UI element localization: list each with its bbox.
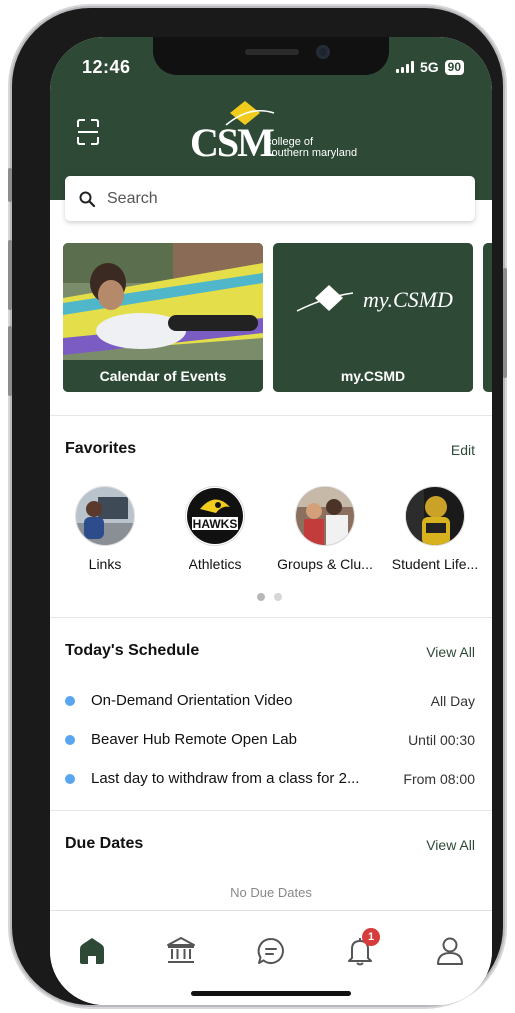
- event-name: Last day to withdraw from a class for 2.…: [91, 770, 360, 787]
- student-life-avatar: [405, 486, 465, 546]
- hawks-logo-avatar: HAWKS: [185, 486, 245, 546]
- favorite-label: Student Life...: [391, 556, 479, 572]
- divider: [50, 415, 492, 416]
- favorite-student-life[interactable]: Student Life...: [380, 486, 490, 572]
- home-indicator[interactable]: [191, 991, 351, 996]
- search-input[interactable]: [105, 188, 449, 209]
- card-next-partial[interactable]: [483, 243, 492, 392]
- logo-subtitle: college of southern maryland: [266, 137, 357, 159]
- favorite-links[interactable]: Links: [50, 486, 160, 572]
- status-time: 12:46: [82, 57, 131, 77]
- signal-icon: [395, 61, 414, 73]
- mycsmd-logo: my.CSMD: [295, 283, 453, 317]
- divider: [50, 617, 492, 618]
- groups-avatar: [295, 486, 355, 546]
- hammock-photo: [63, 243, 263, 360]
- quick-links-carousel[interactable]: Calendar of Events my.CSMD my.CSMD: [63, 243, 492, 392]
- favorite-label: Athletics: [188, 556, 242, 572]
- front-camera: [316, 45, 330, 59]
- page-dot[interactable]: [274, 593, 282, 601]
- event-dot: [65, 773, 75, 784]
- favorites-title: Favorites: [65, 440, 137, 457]
- side-button: [503, 268, 507, 378]
- volume-up-button: [8, 240, 12, 310]
- favorite-groups-clubs[interactable]: Groups & Clu...: [270, 486, 380, 572]
- schedule-event[interactable]: Beaver Hub Remote Open Lab Until 00:30: [65, 731, 475, 748]
- favorites-list: Links HAWKS Athletics Groups & Clu... St…: [50, 486, 492, 572]
- event-time: Until 00:30: [408, 731, 475, 748]
- event-time: All Day: [430, 692, 475, 709]
- schedule-event[interactable]: Last day to withdraw from a class for 2.…: [65, 770, 475, 787]
- favorites-edit-button[interactable]: Edit: [451, 442, 475, 458]
- notification-badge: 1: [362, 928, 380, 946]
- logo-letters: CSM: [190, 120, 275, 165]
- scan-icon[interactable]: [77, 119, 99, 145]
- card-label: Calendar of Events: [63, 360, 263, 392]
- schedule-event[interactable]: On-Demand Orientation Video All Day: [65, 692, 475, 709]
- links-avatar: [75, 486, 135, 546]
- institution-icon[interactable]: [165, 935, 197, 967]
- due-dates-title: Due Dates: [65, 835, 144, 852]
- favorite-label: Groups & Clu...: [277, 556, 373, 572]
- home-icon[interactable]: [76, 935, 108, 967]
- app-screen: 12:46 5G 90 CSM college of southern mary…: [50, 37, 492, 1005]
- event-name: On-Demand Orientation Video: [91, 692, 293, 709]
- favorite-label: Links: [88, 556, 122, 572]
- logo-subtitle-line2: southern maryland: [266, 147, 358, 159]
- status-indicators: 5G 90: [395, 59, 464, 75]
- event-time: From 08:00: [403, 770, 475, 787]
- search-bar[interactable]: [65, 176, 475, 221]
- due-dates-empty-message: No Due Dates: [230, 885, 312, 900]
- page-dot-active[interactable]: [257, 593, 265, 601]
- card-calendar-of-events[interactable]: Calendar of Events: [63, 243, 263, 392]
- divider: [50, 810, 492, 811]
- mycsmd-logo-text: my.CSMD: [363, 287, 453, 312]
- search-icon: [79, 191, 95, 207]
- favorite-athletics[interactable]: HAWKS Athletics: [160, 486, 270, 572]
- event-dot: [65, 695, 75, 706]
- phone-frame: 12:46 5G 90 CSM college of southern mary…: [8, 8, 507, 1005]
- due-dates-view-all-link[interactable]: View All: [426, 837, 475, 853]
- silent-switch: [8, 168, 12, 202]
- event-dot: [65, 734, 75, 745]
- profile-icon[interactable]: [434, 935, 466, 967]
- svg-text:HAWKS: HAWKS: [193, 517, 238, 531]
- mycsmd-diamond-icon: [296, 285, 354, 312]
- notifications-tab[interactable]: 1: [344, 928, 380, 967]
- volume-down-button: [8, 326, 12, 396]
- notch: [153, 37, 389, 75]
- card-label: my.CSMD: [273, 360, 473, 392]
- card-my-csmd[interactable]: my.CSMD my.CSMD: [273, 243, 473, 392]
- csm-logo: CSM college of southern maryland: [190, 99, 365, 165]
- network-label: 5G: [419, 59, 439, 75]
- battery-icon: 90: [444, 59, 464, 75]
- chat-icon[interactable]: [255, 935, 287, 967]
- schedule-title: Today's Schedule: [65, 642, 200, 659]
- favorites-page-indicator[interactable]: [257, 593, 282, 601]
- schedule-view-all-link[interactable]: View All: [426, 644, 475, 660]
- speaker: [245, 49, 299, 55]
- event-name: Beaver Hub Remote Open Lab: [91, 731, 297, 748]
